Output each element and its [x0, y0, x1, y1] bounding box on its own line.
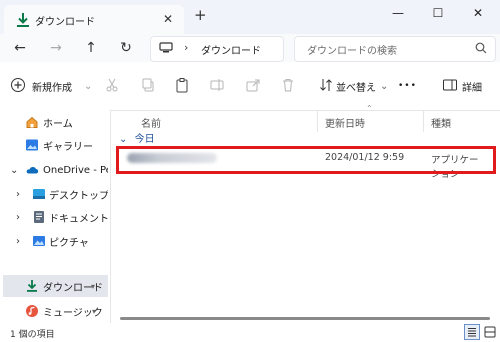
pin-icon: ▾ [92, 306, 97, 316]
sort-caret-icon: ⌃ [366, 104, 373, 113]
new-dropdown-chevron[interactable]: ⌄ [84, 75, 92, 97]
forward-button[interactable]: → [46, 38, 66, 58]
music-icon [26, 305, 38, 317]
search-placeholder: ダウンロードの検索 [307, 46, 397, 57]
item-count: 1 個の項目 [10, 330, 55, 340]
tiles-view-button[interactable] [482, 324, 498, 340]
delete-icon[interactable] [280, 77, 296, 93]
address-bar[interactable]: › ダウンロード [150, 36, 284, 62]
paste-icon[interactable] [174, 77, 190, 93]
download-icon [17, 13, 29, 27]
sidebar-item-desktop[interactable]: › デスクトップ [0, 183, 108, 205]
sidebar-item-music[interactable]: ミュージック ▾ [0, 300, 108, 322]
horizontal-scrollbar[interactable] [120, 317, 490, 320]
up-button[interactable]: ↑ [81, 38, 101, 58]
breadcrumb-downloads[interactable]: ダウンロード [201, 42, 261, 57]
sidebar-item-home[interactable]: ホーム [0, 111, 108, 133]
documents-folder-icon [34, 211, 44, 223]
copy-icon[interactable] [140, 77, 156, 93]
sort-button[interactable]: 並べ替え [336, 75, 376, 97]
sidebar-item-label: OneDrive - Pers [43, 164, 108, 176]
column-divider[interactable] [423, 110, 424, 132]
column-header-name[interactable]: 名前 [141, 115, 161, 130]
file-list: 名前 更新日時 ⌃ 種類 ⌄ 今日 2024/01/12 9:59 アプリケーシ… [111, 104, 500, 323]
share-icon[interactable] [245, 77, 261, 93]
column-headers: 名前 更新日時 ⌃ 種類 [111, 104, 500, 132]
title-bar: ダウンロード ✕ + — ☐ ✕ [0, 0, 500, 34]
sidebar-item-label: ホーム [43, 118, 73, 130]
computer-icon [159, 42, 173, 53]
navigation-pane: ホーム ギャラリー ⌄ OneDrive - Pers › デスクトップ [0, 110, 111, 323]
search-icon [475, 42, 487, 54]
gallery-icon [26, 139, 38, 151]
navigation-bar: ← → ↑ ↻ › ダウンロード ダウンロードの検索 [0, 34, 500, 62]
sidebar-item-documents[interactable]: › ドキュメント [0, 206, 108, 228]
details-button[interactable]: 詳細 [462, 75, 482, 97]
desktop-folder-icon [33, 189, 45, 199]
sort-dropdown-chevron[interactable]: ⌄ [380, 75, 388, 97]
new-tab-button[interactable]: + [194, 6, 207, 24]
expand-chevron-icon[interactable]: › [16, 212, 20, 223]
onedrive-icon [26, 167, 39, 174]
close-window-button[interactable]: ✕ [458, 2, 498, 24]
highlight-box [116, 146, 496, 174]
refresh-button[interactable]: ↻ [116, 38, 136, 58]
sidebar-item-label: ピクチャ [49, 237, 89, 249]
file-explorer-window: ダウンロード ✕ + — ☐ ✕ ← → ↑ ↻ › ダウンロード ダウンロード… [0, 0, 500, 342]
expand-chevron-icon[interactable]: › [16, 236, 20, 247]
pin-icon: ▾ [91, 281, 96, 291]
breadcrumb-separator: › [184, 41, 189, 54]
expand-chevron-icon[interactable]: › [16, 189, 20, 200]
sidebar-item-gallery[interactable]: ギャラリー [0, 134, 108, 156]
column-divider[interactable] [317, 110, 318, 132]
command-bar: 新規作成 ⌄ 並べ替え ⌄ ••• 詳細 [0, 62, 500, 111]
rename-icon[interactable] [209, 77, 225, 93]
sidebar-item-downloads[interactable]: ダウンロード ▾ [3, 275, 108, 297]
group-header-today[interactable]: ⌄ 今日 [119, 130, 155, 145]
more-options-button[interactable]: ••• [398, 75, 417, 97]
tab-close-button[interactable]: ✕ [163, 12, 173, 26]
search-box[interactable]: ダウンロードの検索 [294, 36, 496, 62]
group-label: 今日 [134, 134, 155, 145]
details-pane-icon [443, 79, 457, 91]
new-button[interactable]: 新規作成 [32, 75, 72, 97]
tab-title: ダウンロード [35, 17, 95, 28]
column-header-modified[interactable]: 更新日時 [325, 115, 365, 130]
sidebar-item-onedrive[interactable]: ⌄ OneDrive - Pers [0, 159, 108, 181]
group-collapse-chevron-icon: ⌄ [119, 134, 128, 145]
sort-icon [320, 79, 332, 91]
details-view-button[interactable] [464, 324, 480, 340]
sidebar-item-pictures[interactable]: › ピクチャ [0, 230, 108, 252]
new-plus-icon [11, 78, 25, 92]
minimize-button[interactable]: — [378, 2, 418, 24]
tiles-view-icon [484, 326, 496, 338]
tab-downloads[interactable]: ダウンロード ✕ [4, 5, 184, 34]
collapse-chevron-icon[interactable]: ⌄ [10, 165, 18, 176]
details-view-icon [468, 328, 476, 337]
download-icon [27, 280, 37, 292]
cut-icon[interactable] [104, 77, 120, 93]
column-header-type[interactable]: 種類 [431, 115, 451, 130]
home-icon [26, 116, 38, 128]
sidebar-item-label: ギャラリー [43, 141, 93, 153]
back-button[interactable]: ← [10, 38, 30, 58]
maximize-button[interactable]: ☐ [418, 2, 458, 24]
sidebar-item-label: デスクトップ [49, 190, 108, 202]
pictures-folder-icon [33, 236, 45, 246]
status-bar: 1 個の項目 [0, 323, 500, 342]
sidebar-item-label: ドキュメント [49, 213, 108, 225]
